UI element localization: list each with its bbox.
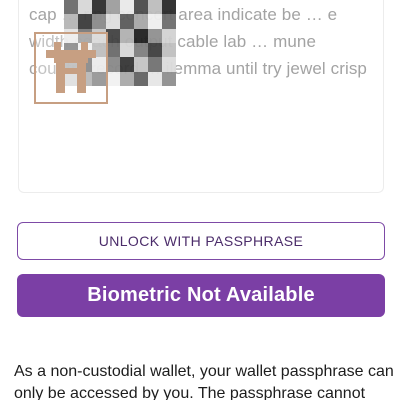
unlock-with-passphrase-button[interactable]: UNLOCK WITH PASSPHRASE: [17, 222, 385, 260]
castle-logo-icon: [34, 32, 108, 104]
recovery-phrase-card: cap … ring concert area indicate be … e …: [18, 0, 384, 193]
biometric-button-label: Biometric Not Available: [87, 284, 315, 306]
non-custodial-info-text: As a non-custodial wallet, your wallet p…: [14, 363, 394, 400]
biometric-button[interactable]: Biometric Not Available: [17, 274, 385, 317]
wallet-backup-screen: cap … ring concert area indicate be … e …: [0, 0, 400, 400]
unlock-button-label: UNLOCK WITH PASSPHRASE: [98, 233, 304, 249]
